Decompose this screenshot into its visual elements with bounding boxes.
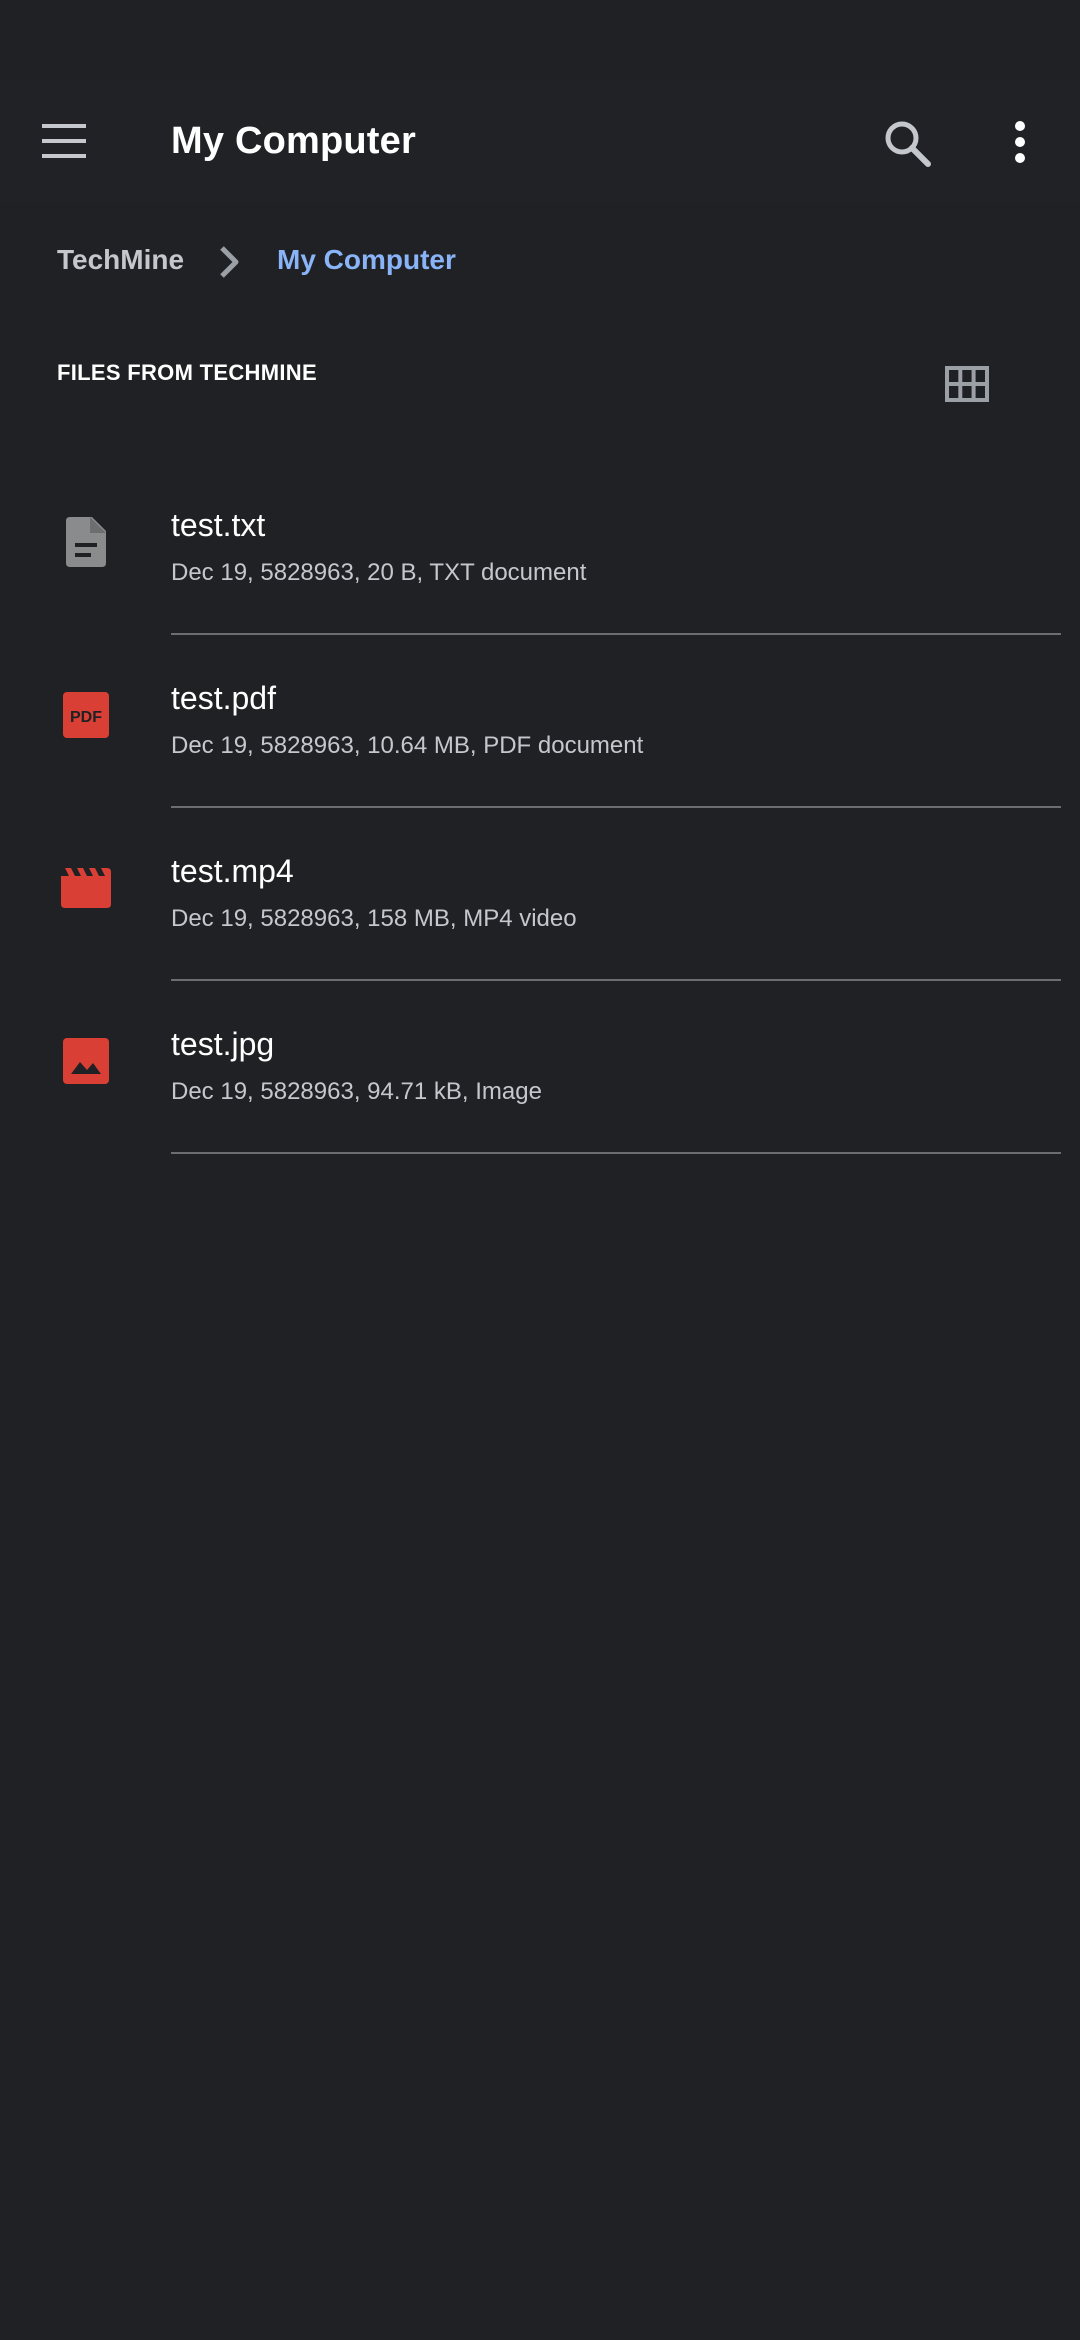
file-row-pdf[interactable]: PDF test.pdf Dec 19, 5828963, 10.64 MB, … (0, 635, 1080, 808)
search-icon[interactable] (880, 116, 936, 172)
app-bar: My Computer (0, 80, 1080, 202)
svg-text:PDF: PDF (70, 709, 102, 726)
file-row-mp4[interactable]: test.mp4 Dec 19, 5828963, 158 MB, MP4 vi… (0, 808, 1080, 981)
menu-icon[interactable] (38, 116, 90, 166)
file-name: test.pdf (171, 680, 276, 716)
breadcrumb-root[interactable]: TechMine (57, 244, 184, 276)
page-title: My Computer (171, 120, 416, 162)
file-name: test.jpg (171, 1026, 275, 1062)
video-clapper-icon (56, 858, 116, 918)
file-row-jpg[interactable]: test.jpg Dec 19, 5828963, 94.71 kB, Imag… (0, 981, 1080, 1154)
more-vert-icon[interactable] (1000, 116, 1040, 172)
text-document-icon (56, 512, 116, 572)
section-header: FILES FROM TECHMINE (57, 360, 317, 385)
file-list: test.txt Dec 19, 5828963, 20 B, TXT docu… (0, 462, 1080, 1154)
file-row-txt[interactable]: test.txt Dec 19, 5828963, 20 B, TXT docu… (0, 462, 1080, 635)
file-name: test.mp4 (171, 853, 294, 889)
pdf-icon: PDF (56, 685, 116, 745)
image-icon (56, 1031, 116, 1091)
status-bar (0, 0, 1080, 80)
file-name: test.txt (171, 507, 266, 543)
divider (171, 1152, 1061, 1154)
file-meta: Dec 19, 5828963, 94.71 kB, Image (171, 1078, 542, 1105)
breadcrumb-current[interactable]: My Computer (277, 244, 456, 276)
chevron-right-icon (212, 242, 248, 282)
file-meta: Dec 19, 5828963, 158 MB, MP4 video (171, 905, 577, 932)
file-meta: Dec 19, 5828963, 20 B, TXT document (171, 559, 587, 586)
file-meta: Dec 19, 5828963, 10.64 MB, PDF document (171, 732, 644, 759)
grid-view-icon[interactable] (945, 366, 989, 402)
breadcrumb: TechMine My Computer (0, 202, 1080, 322)
